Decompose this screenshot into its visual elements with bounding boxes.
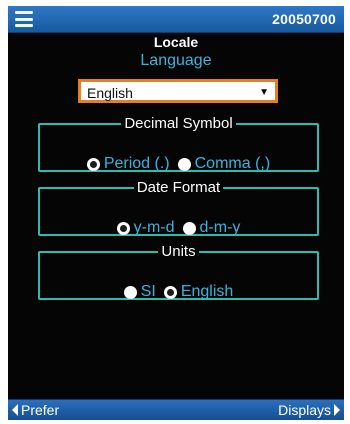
- language-select[interactable]: English ▼: [78, 79, 278, 103]
- radio-english[interactable]: English: [163, 283, 234, 301]
- units-legend: Units: [161, 243, 196, 260]
- radio-checked-icon: [86, 157, 100, 171]
- radio-checked-icon: [116, 221, 130, 235]
- decimal-symbol-group: Decimal Symbol Period (.) Comma (,): [38, 116, 319, 172]
- top-bar: 20050700: [8, 6, 344, 33]
- device-screen: 20050700 Locale Language English ▼ Decim…: [8, 6, 344, 420]
- language-label: Language: [140, 52, 212, 69]
- radio-dmy-label: d-m-y: [199, 219, 241, 236]
- date-format-legend: Date Format: [136, 179, 221, 196]
- radio-comma[interactable]: Comma (,): [177, 155, 271, 173]
- radio-comma-label: Comma (,): [194, 155, 271, 172]
- decimal-symbol-legend: Decimal Symbol: [124, 115, 233, 132]
- bottom-nav-bar: Prefer Displays: [8, 399, 344, 420]
- page-title: Locale: [153, 34, 199, 50]
- radio-unchecked-icon: [123, 285, 137, 299]
- prev-button[interactable]: Prefer: [12, 402, 59, 418]
- arrow-right-icon: [334, 404, 340, 416]
- prev-button-label: Prefer: [21, 402, 60, 418]
- radio-si[interactable]: SI: [123, 283, 156, 301]
- units-group: Units SI English: [38, 244, 319, 300]
- radio-unchecked-icon: [182, 221, 196, 235]
- radio-ymd[interactable]: y-m-d: [116, 219, 175, 237]
- radio-checked-icon: [163, 285, 177, 299]
- next-button-label: Displays: [278, 402, 331, 418]
- language-select-value: English: [87, 85, 133, 101]
- radio-ymd-label: y-m-d: [133, 219, 175, 236]
- next-button[interactable]: Displays: [278, 402, 340, 418]
- radio-unchecked-icon: [177, 157, 191, 171]
- dropdown-arrow-icon: ▼: [259, 87, 269, 98]
- radio-dmy[interactable]: d-m-y: [182, 219, 241, 237]
- arrow-left-icon: [12, 404, 18, 416]
- radio-si-label: SI: [140, 283, 156, 300]
- hamburger-menu-icon[interactable]: [15, 11, 33, 27]
- radio-english-label: English: [180, 283, 234, 300]
- radio-period[interactable]: Period (.): [86, 155, 170, 173]
- date-format-group: Date Format y-m-d d-m-y: [38, 180, 319, 236]
- serial-number: 20050700: [272, 11, 336, 27]
- radio-period-label: Period (.): [103, 155, 170, 172]
